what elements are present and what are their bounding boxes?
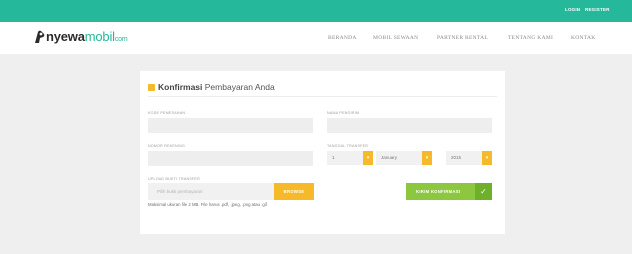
rekening-label: NOMOR REKENING (148, 144, 186, 148)
form-title-rest: Pembayaran Anda (202, 82, 275, 92)
nav-partner-rental[interactable]: PARTNER RENTAL (437, 35, 488, 41)
nav-beranda[interactable]: BERANDA (328, 35, 357, 41)
kode-input[interactable] (148, 118, 313, 133)
nav-mobil-sewaan[interactable]: MOBIL SEWAAN (373, 35, 418, 41)
upload-field[interactable]: Pilih bukti pembayaran (148, 183, 276, 200)
rekening-input[interactable] (148, 151, 313, 166)
upload-placeholder: Pilih bukti pembayaran (157, 189, 203, 194)
nama-input[interactable] (327, 118, 492, 133)
top-bar: LOGIN REGISTER (0, 0, 632, 22)
form-title: Konfirmasi Pembayaran Anda (158, 82, 275, 92)
month-select[interactable]: January ▾ (376, 151, 432, 165)
form-title-bold: Konfirmasi (158, 82, 203, 92)
logo[interactable]: nyewamobilcom (46, 29, 128, 47)
nama-label: NAMA PENGIRIM (327, 111, 360, 115)
day-select[interactable]: 1 ▾ (327, 151, 373, 165)
chevron-down-icon: ▾ (482, 151, 492, 165)
login-link[interactable]: LOGIN (565, 7, 580, 12)
nav-tentang-kami[interactable]: TENTANG KAMI (508, 35, 553, 41)
upload-hint: Maksimal ukuran file 2 MB. File harus .p… (148, 202, 267, 207)
tanggal-label: TANGGAL TRANSFER (327, 144, 369, 148)
car-logo-icon[interactable] (33, 30, 45, 44)
browse-button[interactable]: BROWSE (274, 183, 314, 200)
submit-label: KIRIM KONFIRMASI (416, 189, 461, 194)
chevron-down-icon: ▾ (422, 151, 432, 165)
title-divider (148, 96, 497, 97)
checkmark-icon: ✓ (475, 183, 492, 200)
nav-kontak[interactable]: KONTAK (571, 35, 596, 41)
logo-part-1: nyewa (46, 29, 85, 44)
logo-suffix: com (114, 36, 128, 43)
logo-part-2: mobil (84, 29, 115, 44)
year-select[interactable]: 2015 ▾ (446, 151, 492, 165)
year-value: 2015 (451, 155, 462, 160)
day-value: 1 (332, 155, 335, 160)
kode-label: KODE PEMESANAN (148, 111, 186, 115)
form-title-icon (148, 84, 155, 91)
month-value: January (381, 155, 398, 160)
register-link[interactable]: REGISTER (585, 7, 610, 12)
chevron-down-icon: ▾ (363, 151, 373, 165)
upload-label: UPLOAD BUKTI TRANSFER (148, 177, 200, 181)
submit-button[interactable]: KIRIM KONFIRMASI ✓ (406, 183, 492, 200)
